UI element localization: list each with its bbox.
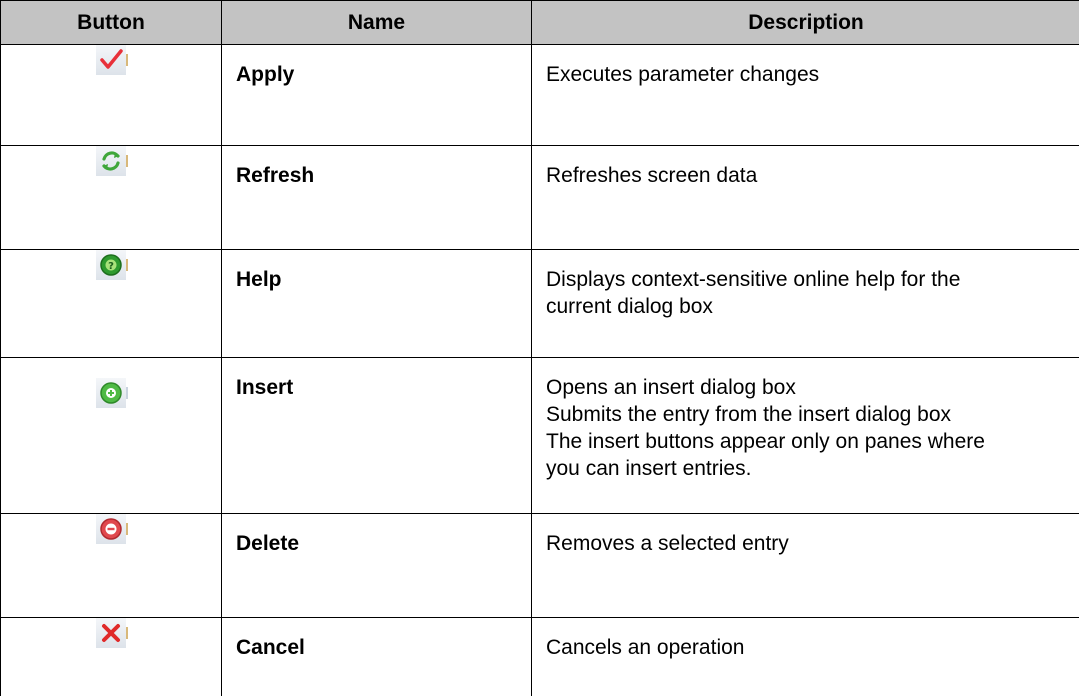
description-line: current dialog box — [546, 293, 1079, 320]
cancel-x-icon — [96, 618, 126, 648]
row-name: Delete — [222, 514, 532, 618]
refresh-arrows-icon — [96, 146, 126, 176]
description-line: Cancels an operation — [546, 634, 1079, 661]
table-row-cancel: Cancel Cancels an operation — [1, 618, 1079, 696]
row-name: Refresh — [222, 146, 532, 250]
row-name: Apply — [222, 45, 532, 146]
table-row-help: ? Help Displays context-sensitive online… — [1, 250, 1079, 358]
apply-checkmark-icon — [96, 45, 126, 75]
table-row-insert: Insert Opens an insert dialog box Submit… — [1, 358, 1079, 514]
description-line: Opens an insert dialog box — [546, 374, 1079, 401]
icon-cell — [1, 45, 222, 146]
description-line: Executes parameter changes — [546, 61, 1079, 88]
description-line: Displays context-sensitive online help f… — [546, 266, 1079, 293]
description-line: Refreshes screen data — [546, 162, 1079, 189]
description-line: Removes a selected entry — [546, 530, 1079, 557]
icon-cell — [1, 618, 222, 696]
help-question-icon: ? — [96, 250, 126, 280]
table-row-apply: Apply Executes parameter changes — [1, 45, 1079, 146]
table-header-row: Button Name Description — [1, 1, 1079, 45]
row-description: Opens an insert dialog box Submits the e… — [532, 358, 1079, 514]
delete-minus-icon — [96, 514, 126, 544]
svg-text:?: ? — [108, 261, 114, 272]
table-row-refresh: Refresh Refreshes screen data — [1, 146, 1079, 250]
icon-cell — [1, 358, 222, 514]
icon-cell: ? — [1, 250, 222, 358]
row-description: Displays context-sensitive online help f… — [532, 250, 1079, 358]
row-name: Help — [222, 250, 532, 358]
description-line: Submits the entry from the insert dialog… — [546, 401, 1079, 428]
button-reference-table: Button Name Description Apply Executes p… — [0, 0, 1079, 696]
description-line: you can insert entries. — [546, 455, 1079, 482]
row-description: Cancels an operation — [532, 618, 1079, 696]
row-description: Removes a selected entry — [532, 514, 1079, 618]
row-description: Executes parameter changes — [532, 45, 1079, 146]
icon-cell — [1, 514, 222, 618]
insert-plus-icon — [96, 378, 126, 408]
row-name: Insert — [222, 358, 532, 514]
table-row-delete: Delete Removes a selected entry — [1, 514, 1079, 618]
header-button: Button — [1, 1, 222, 45]
header-description: Description — [532, 1, 1079, 45]
row-name: Cancel — [222, 618, 532, 696]
row-description: Refreshes screen data — [532, 146, 1079, 250]
description-line: The insert buttons appear only on panes … — [546, 428, 1079, 455]
icon-cell — [1, 146, 222, 250]
header-name: Name — [222, 1, 532, 45]
